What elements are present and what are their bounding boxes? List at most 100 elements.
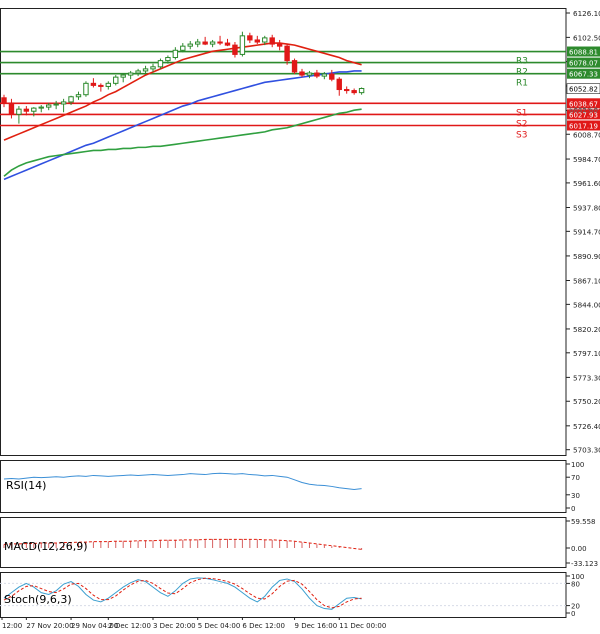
main-panel-frame (0, 8, 567, 456)
y-tick-label: 5703.30 (573, 446, 600, 455)
bear-candle (224, 42, 231, 46)
bear-candle (336, 78, 342, 91)
y-tick-label: 5914.70 (573, 227, 600, 236)
y-tick-label: 5820.20 (573, 325, 600, 334)
level-name-r1: R1 (516, 79, 528, 89)
x-tick-label: 11 Dec 00:00 (339, 622, 386, 630)
time-axis: 12:00 27 Nov 20:0029 Nov 04:002 Dec 12:00… (1, 617, 386, 630)
bear-candle (90, 82, 97, 86)
level-name-r3: R3 (516, 57, 528, 67)
macd-panel: 59.558 0.00 -33.123 MACD(12,26,9) (0, 517, 598, 568)
bull-candle (38, 106, 44, 109)
bear-candle (284, 45, 290, 62)
rsi-title: RSI(14) (6, 479, 46, 492)
bull-candle (239, 35, 246, 55)
x-tick-label: 6 Dec 12:00 (242, 622, 285, 630)
rsi-panel: 100 70 30 0 RSI(14) (0, 460, 584, 513)
bear-candle (269, 37, 275, 45)
rsi-frame (0, 460, 567, 513)
macd-tick-label: 59.558 (571, 518, 596, 526)
bear-candle (23, 108, 30, 112)
y-tick-label: 5984.70 (573, 155, 600, 164)
bear-candle (254, 39, 261, 43)
level-price-label: 6078.07 (569, 60, 598, 68)
hidden-price-label: 6032.60 (569, 107, 598, 115)
bull-candle (53, 103, 59, 106)
bull-candle (105, 82, 111, 87)
bear-candle (217, 41, 223, 44)
bull-candle (46, 104, 52, 108)
bear-candle (276, 43, 283, 47)
bull-candle (150, 66, 156, 70)
level-price-label: 6067.33 (569, 71, 598, 79)
rsi-tick-label: 0 (571, 505, 575, 513)
x-tick-label: 9 Dec 16:00 (295, 622, 338, 630)
bull-candle (262, 37, 268, 43)
y-tick-label: 5844.00 (573, 300, 600, 309)
bull-candle (75, 94, 82, 98)
rsi-tick-label: 70 (571, 474, 580, 482)
bear-candle (98, 84, 104, 87)
level-name-s2: S2 (516, 119, 527, 129)
y-tick-label: 5937.80 (573, 203, 600, 212)
bear-candle (329, 73, 335, 80)
chart-window: R3R2R1S1S2S3 6126.106102.506079.006055.4… (0, 0, 600, 630)
bear-candle (299, 71, 305, 76)
bull-candle (135, 70, 141, 74)
stoch-tick-label: 0 (571, 610, 575, 618)
bear-candle (351, 90, 357, 94)
macd-title: MACD(12,26,9) (4, 540, 88, 553)
main-grid (0, 8, 567, 456)
y-tick-label: 5750.20 (573, 397, 600, 406)
bull-candle (306, 72, 313, 76)
y-tick-label: 5867.10 (573, 277, 600, 286)
bull-candle (165, 57, 171, 62)
y-tick-label: 6102.50 (573, 33, 600, 42)
macd-tick-label: -33.123 (571, 560, 598, 568)
bull-candle (321, 73, 328, 77)
rsi-tick-label: 100 (571, 461, 584, 469)
level-price-label: 6088.81 (569, 49, 598, 57)
x-tick-label: 2 Dec 12:00 (108, 622, 151, 630)
current-price-label: 6052.82 (569, 86, 598, 94)
bull-candle (120, 74, 126, 78)
y-tick-label: 5773.30 (573, 373, 600, 382)
y-tick-label: 6008.70 (573, 130, 600, 139)
bear-candle (232, 44, 238, 55)
bear-candle (202, 41, 208, 45)
bull-candle (60, 101, 67, 105)
bull-candle (16, 108, 22, 115)
bull-candle (113, 76, 119, 84)
level-name-s3: S3 (516, 130, 527, 140)
bear-candle (344, 89, 350, 92)
level-price-label: 6017.19 (569, 122, 598, 130)
bull-candle (358, 88, 365, 94)
level-name-s1: S1 (516, 108, 527, 118)
bull-candle (83, 82, 89, 96)
bear-candle (247, 35, 253, 41)
x-tick-label: 12:00 (2, 622, 22, 630)
bull-candle (68, 96, 74, 103)
bull-candle (157, 60, 164, 68)
bear-candle (1, 97, 7, 104)
stoch-panel: 10080200Stoch(9,6,3) (0, 572, 584, 618)
bull-candle (187, 43, 193, 47)
level-name-r2: R2 (516, 68, 528, 78)
macd-tick-label: 0.00 (571, 545, 587, 553)
bull-candle (31, 107, 37, 112)
y-tick-label: 5726.40 (573, 422, 600, 431)
y-tick-label: 5797.10 (573, 349, 600, 358)
bull-candle (195, 41, 201, 45)
stoch-title: Stoch(9,6,3) (4, 593, 72, 606)
y-tick-label: 5890.90 (573, 252, 600, 261)
price-chart: R3R2R1S1S2S3 6126.106102.506079.006055.4… (0, 8, 600, 630)
x-tick-label: 3 Dec 20:00 (153, 622, 196, 630)
price-axis: 6126.106102.506079.006055.406031.806008.… (566, 9, 600, 455)
x-tick-label: 5 Dec 04:00 (198, 622, 241, 630)
stoch-tick-label: 80 (571, 580, 580, 588)
bear-candle (291, 60, 298, 73)
y-tick-label: 6126.10 (573, 9, 600, 18)
bull-candle (180, 45, 186, 51)
bull-candle (127, 72, 134, 76)
x-tick-label: 27 Nov 20:00 (26, 622, 73, 630)
